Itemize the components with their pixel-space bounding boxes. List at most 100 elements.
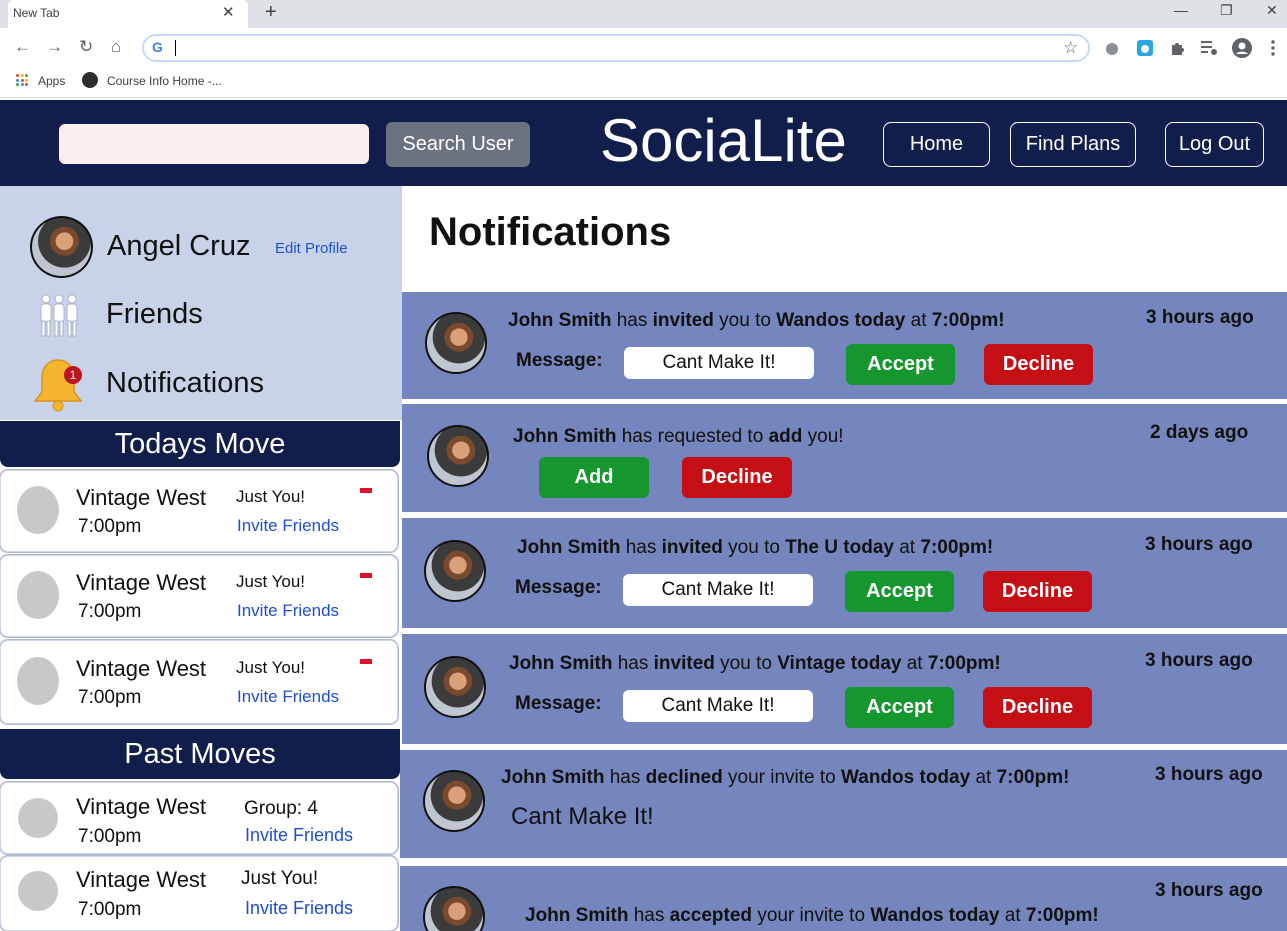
decline-button[interactable]: Decline — [682, 457, 792, 498]
move-place: Vintage West — [76, 485, 207, 510]
puzzle-icon[interactable] — [1169, 40, 1185, 56]
sender-avatar[interactable] — [427, 425, 489, 487]
search-user-button[interactable]: Search User — [386, 122, 530, 167]
friends-link[interactable]: Friends — [106, 298, 203, 331]
restore-icon[interactable]: ❐ — [1220, 2, 1233, 19]
message-field[interactable]: Cant Make It! — [623, 574, 813, 606]
notification-text: John Smith has invited you to Vintage to… — [509, 653, 1001, 674]
notification-count-badge: 1 — [64, 366, 82, 384]
sender-avatar[interactable] — [424, 540, 486, 602]
decline-button[interactable]: Decline — [983, 687, 1092, 728]
decline-button[interactable]: Decline — [983, 571, 1092, 612]
add-button[interactable]: Add — [539, 457, 649, 498]
sender-name[interactable]: John Smith — [513, 426, 616, 447]
search-user-input[interactable] — [59, 124, 369, 164]
page-title: Notifications — [429, 210, 672, 254]
accept-button[interactable]: Accept — [845, 687, 954, 728]
decline-button[interactable]: Decline — [984, 344, 1093, 385]
notification-text: John Smith has declined your invite to W… — [501, 767, 1070, 788]
tab-close-icon[interactable]: ✕ — [222, 3, 235, 21]
notification-text: John Smith has invited you to The U toda… — [517, 537, 994, 558]
apps-icon[interactable] — [16, 74, 28, 86]
notification-text: John Smith has requested to add you! — [513, 426, 844, 447]
notification-text: John Smith has accepted your invite to W… — [525, 905, 1099, 926]
address-bar[interactable] — [142, 34, 1090, 62]
sender-avatar[interactable] — [423, 770, 485, 832]
course-favicon-icon — [82, 72, 98, 88]
log-out-button[interactable]: Log Out — [1165, 122, 1264, 167]
move-status: Just You! — [236, 658, 306, 677]
notifications-link[interactable]: Notifications — [106, 367, 264, 400]
todays-move-card[interactable] — [0, 470, 398, 552]
home-icon[interactable]: ⌂ — [111, 37, 121, 57]
accept-button[interactable]: Accept — [846, 344, 955, 385]
move-status: Just You! — [236, 487, 306, 506]
sender-name[interactable]: John Smith — [508, 310, 611, 331]
reload-icon[interactable]: ↻ — [79, 37, 93, 57]
cloud-extension-icon[interactable] — [1137, 40, 1153, 56]
extension-icon[interactable] — [1103, 40, 1121, 58]
back-icon[interactable]: ← — [14, 37, 31, 57]
find-plans-button[interactable]: Find Plans — [1010, 122, 1136, 167]
message-label: Message: — [516, 350, 603, 371]
message-label: Message: — [515, 577, 602, 598]
notification-time: 3 hours ago — [1155, 764, 1263, 785]
move-time: 7:00pm — [78, 516, 142, 537]
media-queue-icon[interactable] — [1200, 40, 1218, 56]
edit-profile-link[interactable]: Edit Profile — [275, 240, 348, 257]
bookmark-star-icon[interactable]: ☆ — [1063, 38, 1078, 58]
home-button[interactable]: Home — [883, 122, 990, 167]
move-status: Just You! — [236, 572, 306, 591]
todays-move-card[interactable] — [0, 555, 398, 637]
user-name: Angel Cruz — [107, 230, 251, 262]
invite-friends-link[interactable]: Invite Friends — [245, 825, 353, 846]
forward-icon[interactable]: → — [46, 37, 63, 57]
sender-name[interactable]: John Smith — [525, 905, 628, 926]
sender-name[interactable]: John Smith — [509, 653, 612, 674]
user-avatar[interactable] — [30, 216, 93, 278]
sender-name[interactable]: John Smith — [501, 767, 604, 788]
bookmark-apps[interactable]: Apps — [38, 74, 65, 88]
remove-move-icon[interactable] — [360, 659, 372, 664]
move-time: 7:00pm — [78, 601, 142, 622]
notification-time: 3 hours ago — [1155, 880, 1263, 901]
move-avatar — [17, 571, 59, 619]
remove-move-icon[interactable] — [360, 573, 372, 578]
sender-name[interactable]: John Smith — [517, 537, 620, 558]
notification-card — [402, 404, 1287, 512]
window-close-icon[interactable]: ✕ — [1266, 2, 1278, 19]
new-tab-icon[interactable]: + — [265, 1, 277, 24]
profile-icon[interactable] — [1232, 38, 1252, 58]
tab-title: New Tab — [13, 6, 60, 20]
todays-move-card[interactable] — [0, 640, 398, 724]
move-avatar — [17, 486, 59, 534]
accept-button[interactable]: Accept — [845, 571, 954, 612]
minimize-icon[interactable]: — — [1174, 2, 1188, 18]
todays-move-header: Todays Move — [0, 421, 400, 467]
invite-friends-link[interactable]: Invite Friends — [237, 687, 339, 707]
bookmark-course-info[interactable]: Course Info Home -... — [107, 74, 222, 88]
sender-avatar[interactable] — [424, 656, 486, 718]
invite-friends-link[interactable]: Invite Friends — [237, 516, 339, 536]
remove-move-icon[interactable] — [360, 488, 372, 493]
invite-friends-link[interactable]: Invite Friends — [245, 898, 353, 919]
text-caret — [175, 40, 176, 56]
sender-avatar[interactable] — [425, 312, 487, 374]
message-field[interactable]: Cant Make It! — [624, 347, 814, 379]
friends-icon[interactable] — [36, 292, 82, 338]
invite-friends-link[interactable]: Invite Friends — [237, 601, 339, 621]
move-time: 7:00pm — [78, 899, 142, 920]
notification-time: 3 hours ago — [1145, 650, 1253, 671]
brand-logo: SociaLite — [600, 107, 847, 174]
past-moves-header: Past Moves — [0, 729, 400, 779]
move-time: 7:00pm — [78, 687, 142, 708]
message-label: Message: — [515, 693, 602, 714]
message-field[interactable]: Cant Make It! — [623, 690, 813, 722]
move-status: Just You! — [241, 868, 319, 889]
move-place: Vintage West — [76, 656, 207, 681]
bell-icon[interactable] — [32, 356, 84, 412]
move-avatar — [17, 657, 59, 705]
move-avatar — [18, 798, 58, 838]
move-place: Vintage West — [76, 794, 207, 819]
menu-dots-icon[interactable] — [1270, 40, 1276, 56]
